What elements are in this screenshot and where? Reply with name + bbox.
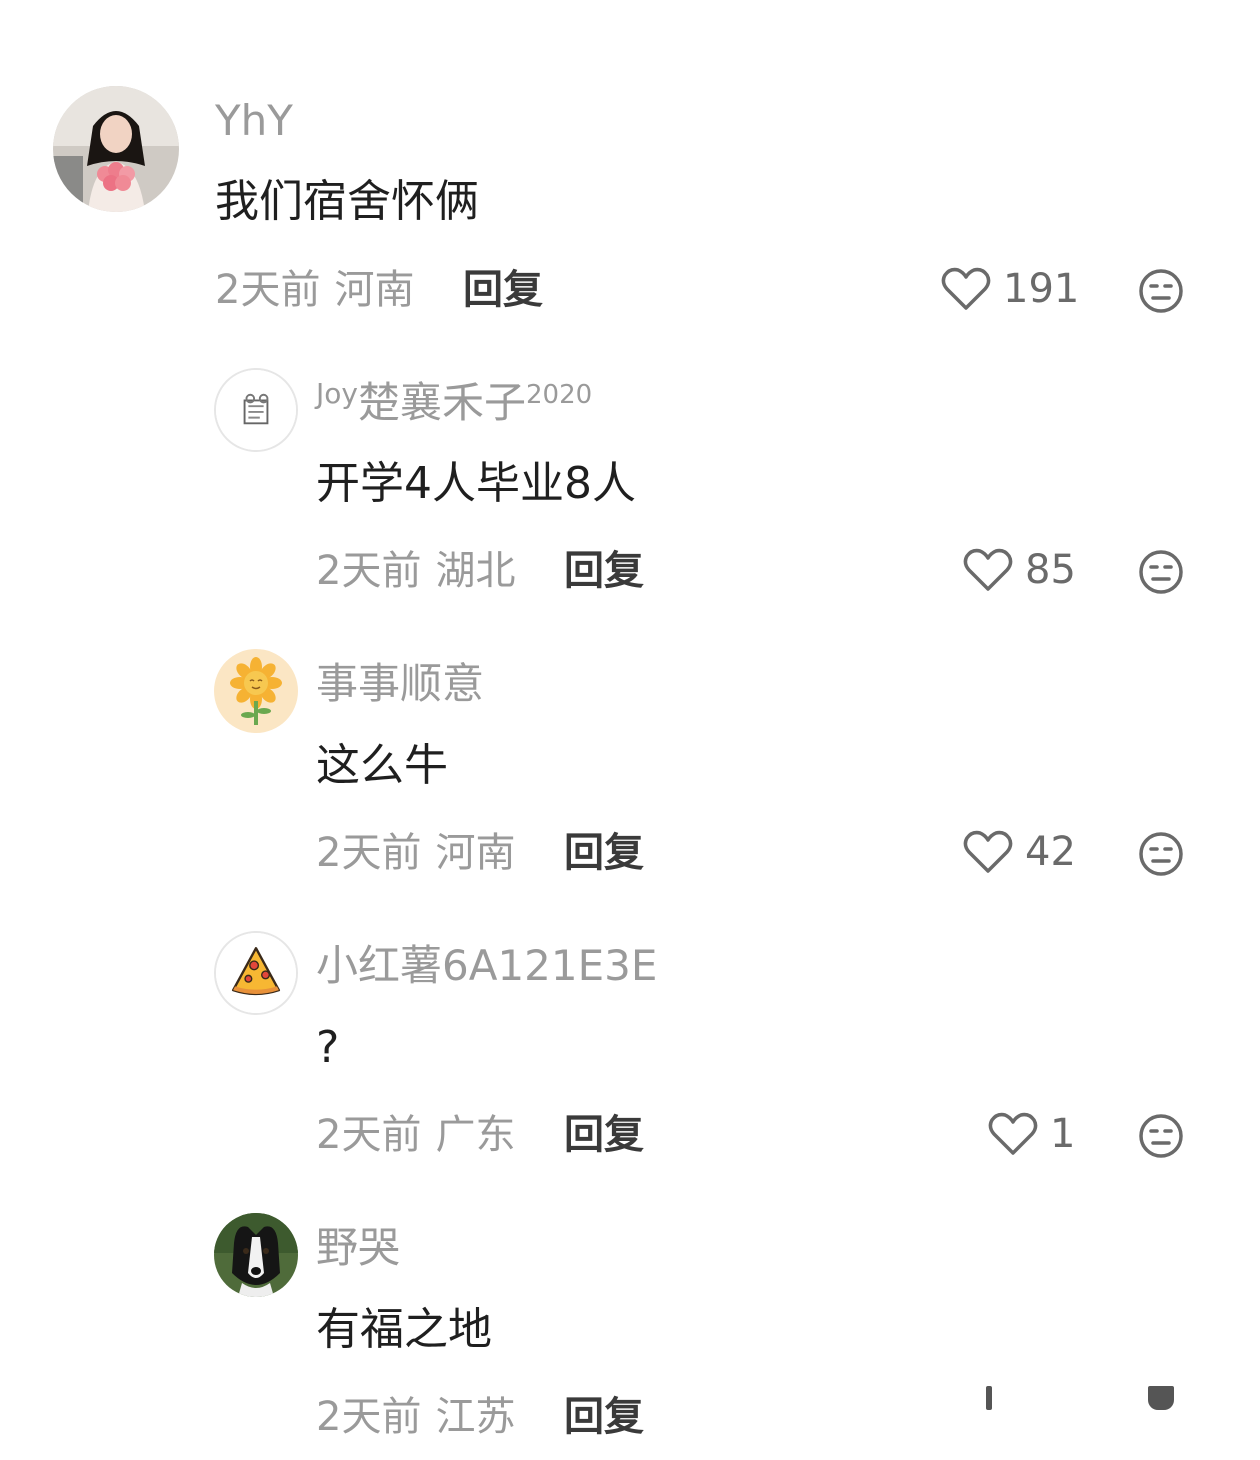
comment-text: 这么牛: [316, 740, 448, 791]
username-main: 楚襄禾子: [357, 378, 526, 427]
pizza-avatar-icon: [216, 933, 296, 1013]
reply-button[interactable]: 回复: [564, 833, 644, 873]
reply-button[interactable]: 回复: [564, 1115, 644, 1155]
reply-button[interactable]: 回复: [463, 270, 543, 310]
dislike-button[interactable]: [1138, 831, 1184, 877]
reply-button[interactable]: 回复: [564, 551, 644, 591]
comment-meta: 2天前 河南: [215, 270, 414, 310]
username[interactable]: 小红薯6A121E3E: [316, 945, 657, 987]
like-count: 1: [1050, 1111, 1076, 1157]
comment-meta: 2天前 湖北: [316, 551, 515, 591]
comment-text: ?: [316, 1022, 340, 1073]
comment-text: 我们宿舍怀俩: [215, 176, 479, 227]
heart-outline-icon: [963, 548, 1013, 591]
comment-time: 2天前: [316, 1394, 422, 1440]
heart-outline-icon: [963, 830, 1013, 873]
like-button-partial[interactable]: [986, 1386, 992, 1410]
neutral-face-icon: [1139, 832, 1183, 876]
comment-text: 有福之地: [316, 1304, 492, 1355]
dislike-button[interactable]: [1138, 1113, 1184, 1159]
avatar[interactable]: [214, 1213, 298, 1297]
like-count: 85: [1025, 547, 1076, 593]
comment-time: 2天前: [316, 1112, 422, 1158]
neutral-face-icon: [1139, 550, 1183, 594]
avatar[interactable]: [214, 649, 298, 733]
username[interactable]: YhY: [215, 100, 293, 142]
avatar-photo-icon: [53, 86, 179, 212]
avatar[interactable]: [214, 368, 298, 452]
like-count: 42: [1025, 829, 1076, 875]
username[interactable]: 事事顺意: [316, 663, 484, 705]
avatar[interactable]: [53, 86, 179, 212]
username-prefix: Joy: [316, 377, 358, 410]
like-button[interactable]: 1: [988, 1111, 1075, 1157]
comment-location: 湖北: [435, 548, 516, 594]
comment-meta: 2天前 江苏: [316, 1397, 515, 1437]
like-count: 191: [1003, 266, 1080, 312]
dislike-button[interactable]: [1138, 268, 1184, 314]
heart-outline-icon: [941, 267, 991, 310]
comment-time: 2天前: [316, 830, 422, 876]
comment-meta: 2天前 广东: [316, 1115, 515, 1155]
comment-meta: 2天前 河南: [316, 833, 515, 873]
like-button[interactable]: 42: [963, 829, 1076, 875]
comment-location: 河南: [334, 267, 415, 313]
neutral-face-icon: [1139, 269, 1183, 313]
heart-outline-icon: [988, 1112, 1038, 1155]
comment-time: 2天前: [215, 267, 321, 313]
dislike-button[interactable]: [1138, 549, 1184, 595]
avatar-sketch-icon: [216, 370, 296, 450]
username[interactable]: 野哭: [316, 1227, 400, 1269]
like-button[interactable]: 191: [941, 266, 1079, 312]
username-suffix: 2020: [525, 380, 593, 410]
neutral-face-icon: [1139, 1114, 1183, 1158]
comment-text: 开学4人毕业8人: [316, 458, 636, 509]
comment-location: 江苏: [435, 1394, 516, 1440]
reply-button[interactable]: 回复: [564, 1397, 644, 1437]
like-button[interactable]: 85: [963, 547, 1076, 593]
avatar[interactable]: [214, 931, 298, 1015]
dog-avatar-icon: [214, 1213, 298, 1297]
username[interactable]: Joy楚襄禾子2020: [316, 380, 593, 424]
comment-time: 2天前: [316, 548, 422, 594]
comment-location: 河南: [435, 830, 516, 876]
dislike-button-partial[interactable]: [1148, 1386, 1174, 1410]
comment-location: 广东: [435, 1112, 516, 1158]
sunflower-avatar-icon: [214, 649, 298, 733]
